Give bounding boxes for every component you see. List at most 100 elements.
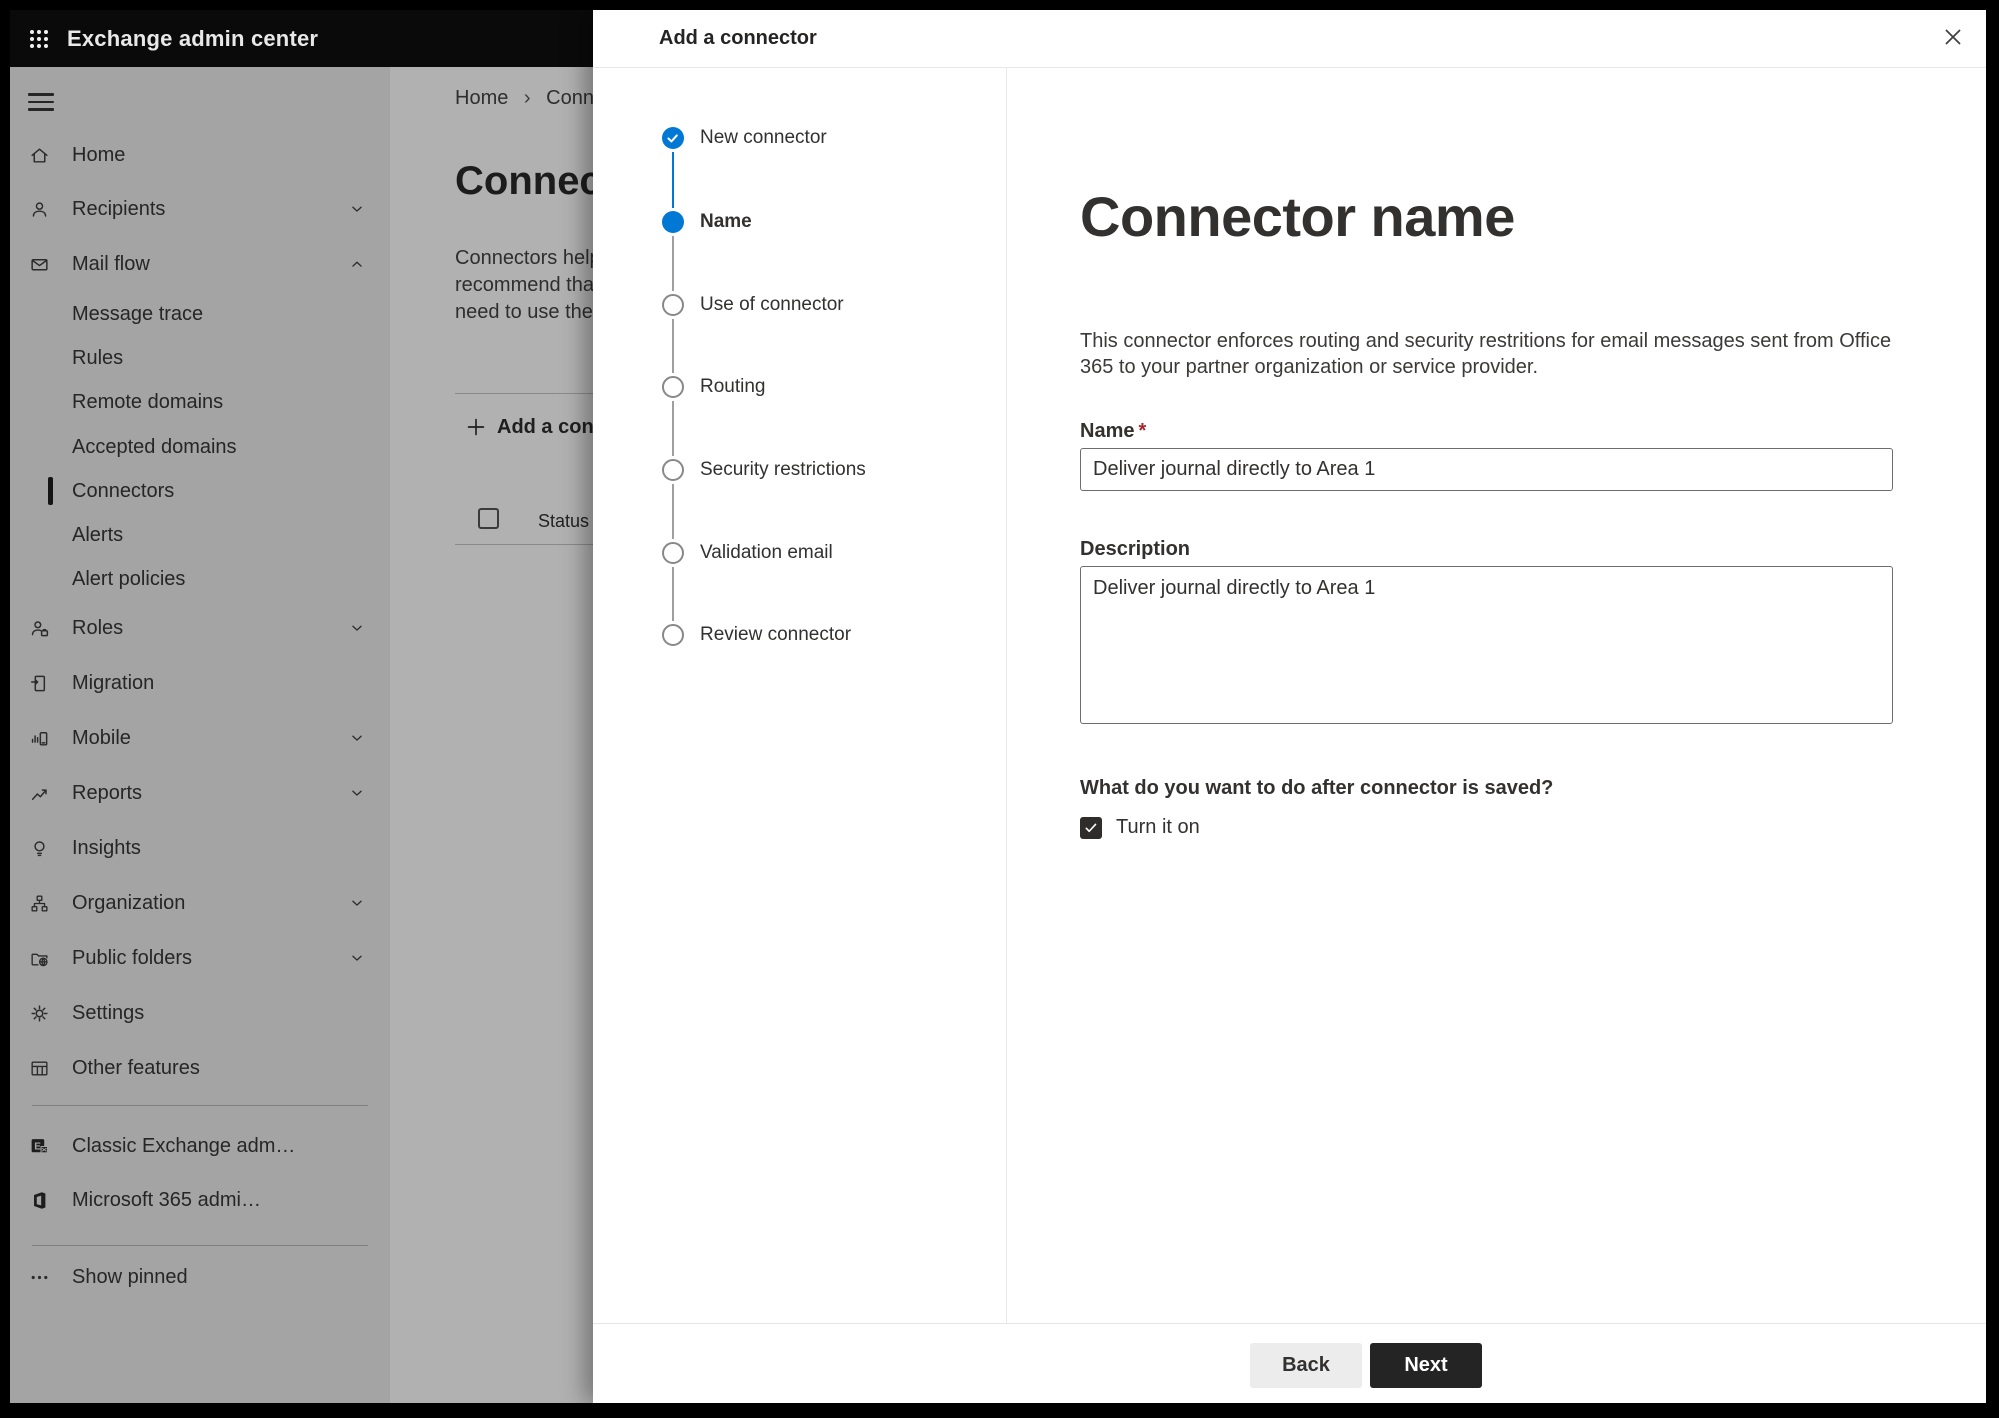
close-button[interactable] [1939, 23, 1967, 51]
step-connector-line [672, 401, 674, 456]
chevron-down-icon [348, 949, 366, 967]
close-icon [1945, 29, 1961, 45]
step-circle-validation-email [662, 542, 684, 564]
migration-icon [28, 672, 50, 694]
sidebar-item-rules[interactable]: Rules [10, 336, 390, 380]
after-save-question: What do you want to do after connector i… [1080, 777, 1554, 799]
sidebar-divider [32, 1105, 368, 1106]
sidebar-item-mobile[interactable]: Mobile [10, 716, 390, 760]
person-icon [28, 198, 50, 220]
svg-text:E: E [34, 1141, 41, 1152]
chevron-down-icon [348, 200, 366, 218]
description-field-label: Description [1080, 538, 1191, 560]
step-label-new-connector: New connector [700, 127, 827, 148]
add-connector-dialog: Add a connector New connector Name Use o… [593, 10, 1986, 1403]
sidebar-item-recipients[interactable]: Recipients [10, 187, 390, 231]
back-button[interactable]: Back [1250, 1343, 1362, 1388]
sidebar-item-connectors[interactable]: Connectors [10, 469, 390, 513]
sidebar-item-migration[interactable]: Migration [10, 661, 390, 705]
reports-icon [28, 782, 50, 804]
step-circle-review-connector [662, 624, 684, 646]
step-connector-line [672, 567, 674, 621]
step-circle-use-of-connector [662, 294, 684, 316]
chevron-down-icon [348, 619, 366, 637]
chevron-down-icon [348, 729, 366, 747]
org-tree-icon [28, 892, 50, 914]
sidebar-item-roles[interactable]: Roles [10, 606, 390, 650]
sidebar-item-insights[interactable]: Insights [10, 826, 390, 870]
breadcrumb: Home › Conne [455, 87, 605, 110]
step-connector-line [672, 236, 674, 291]
selected-indicator [48, 477, 53, 505]
status-column-header[interactable]: Status [538, 511, 589, 532]
sidebar-item-message-trace[interactable]: Message trace [10, 292, 390, 336]
waffle-grid-icon [29, 29, 48, 48]
classic-exchange-icon: E [28, 1135, 50, 1157]
sidebar-item-public-folders[interactable]: Public folders [10, 936, 390, 980]
sidebar-item-settings[interactable]: Settings [10, 991, 390, 1035]
sidebar-item-m365-admin[interactable]: Microsoft 365 admi… [10, 1178, 390, 1222]
chevron-down-icon [348, 784, 366, 802]
required-asterisk: * [1138, 420, 1147, 442]
check-icon [1085, 823, 1097, 832]
table-icon [28, 1057, 50, 1079]
step-connector-line [672, 152, 674, 208]
mail-icon [28, 253, 50, 275]
home-icon [28, 144, 50, 166]
folder-globe-icon [28, 947, 50, 969]
step-circle-security-restrictions [662, 459, 684, 481]
step-circle-new-connector [662, 127, 684, 149]
chevron-up-icon [348, 255, 366, 273]
sidebar-item-remote-domains[interactable]: Remote domains [10, 380, 390, 424]
dialog-description: This connector enforces routing and secu… [1080, 330, 1892, 378]
step-label-review-connector: Review connector [700, 624, 852, 645]
step-label-name: Name [700, 211, 752, 232]
next-button[interactable]: Next [1370, 1343, 1482, 1388]
sidebar-item-alerts[interactable]: Alerts [10, 513, 390, 557]
turn-it-on-checkbox[interactable] [1080, 816, 1102, 839]
step-connector-line [672, 484, 674, 539]
sidebar-item-show-pinned[interactable]: Show pinned [10, 1255, 390, 1299]
breadcrumb-separator: › [523, 87, 531, 109]
ellipsis-icon [28, 1266, 50, 1288]
step-label-validation-email: Validation email [700, 542, 833, 563]
hamburger-menu-button[interactable] [28, 88, 54, 111]
microsoft-365-icon [28, 1189, 50, 1211]
step-label-use-of-connector: Use of connector [700, 294, 844, 315]
step-label-security-restrictions: Security restrictions [700, 459, 866, 480]
page-description: Connectors help recommend tha need to us… [455, 247, 601, 323]
sidebar-item-alert-policies[interactable]: Alert policies [10, 557, 390, 601]
footer-divider [593, 1323, 1986, 1324]
plus-icon [465, 416, 487, 438]
connector-name-input[interactable] [1080, 448, 1893, 491]
sidebar-item-mail-flow[interactable]: Mail flow [10, 242, 390, 286]
connector-description-textarea[interactable]: Deliver journal directly to Area 1 [1080, 566, 1893, 724]
mobile-icon [28, 727, 50, 749]
step-circle-routing [662, 376, 684, 398]
lightbulb-icon [28, 837, 50, 859]
select-all-checkbox[interactable] [478, 508, 499, 529]
sidebar-item-other-features[interactable]: Other features [10, 1046, 390, 1090]
gear-icon [28, 1002, 50, 1024]
app-launcher-button[interactable] [10, 10, 67, 67]
sidebar-item-classic-exchange[interactable]: E Classic Exchange adm… [10, 1124, 390, 1168]
sidebar-item-home[interactable]: Home [10, 133, 390, 177]
step-circle-name [662, 211, 684, 233]
roles-icon [28, 617, 50, 639]
check-icon [667, 134, 678, 143]
sidebar-item-accepted-domains[interactable]: Accepted domains [10, 425, 390, 469]
sidebar-item-organization[interactable]: Organization [10, 881, 390, 925]
turn-it-on-label: Turn it on [1116, 816, 1200, 838]
chevron-down-icon [348, 894, 366, 912]
sidebar-item-reports[interactable]: Reports [10, 771, 390, 815]
screenshot-root: Exchange admin center Home Recipients Ma… [0, 0, 1999, 1418]
app-title: Exchange admin center [67, 25, 319, 51]
dialog-title: Add a connector [659, 27, 817, 49]
dialog-heading: Connector name [1080, 185, 1515, 248]
left-nav: Home Recipients Mail flow Message trace … [10, 67, 390, 1403]
breadcrumb-home-link[interactable]: Home [455, 87, 508, 109]
sidebar-divider [32, 1245, 368, 1246]
add-connector-button[interactable]: Add a conn [465, 411, 606, 443]
turn-it-on-option[interactable]: Turn it on [1080, 816, 1200, 839]
stepper-divider [1006, 68, 1007, 1323]
